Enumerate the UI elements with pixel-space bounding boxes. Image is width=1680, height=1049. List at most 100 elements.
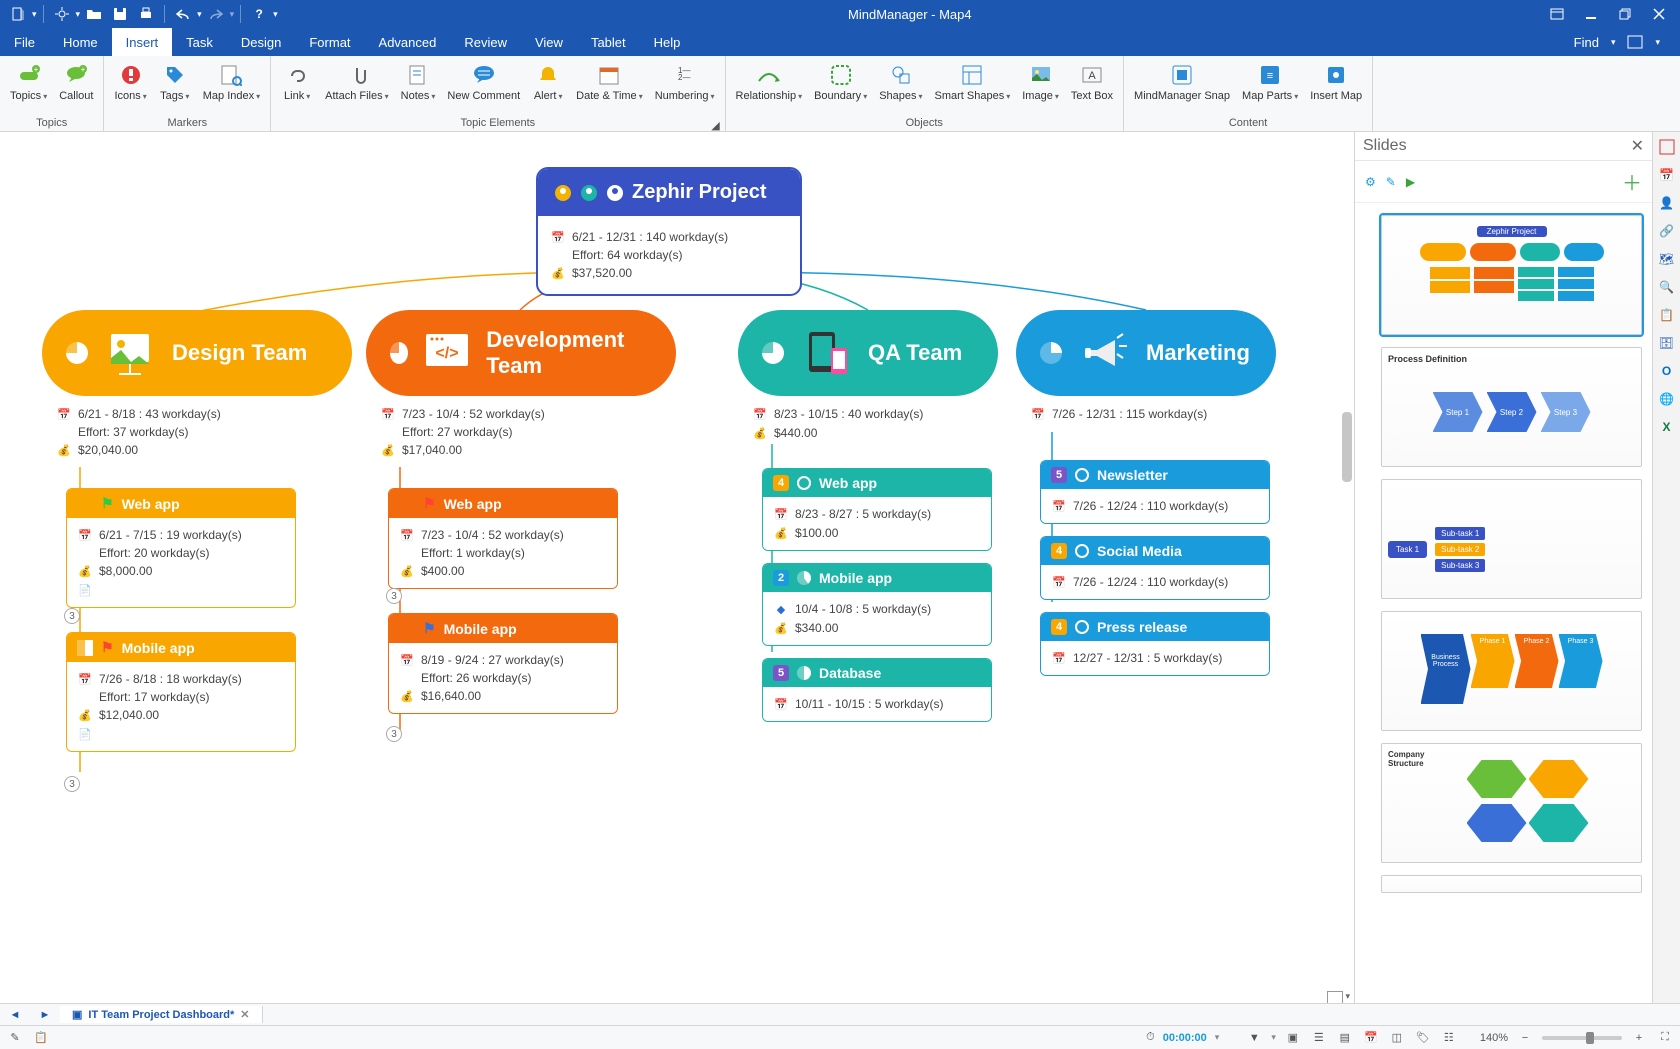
ribbon-date-time[interactable]: Date & Time — [572, 60, 647, 104]
rail-web-button[interactable]: 🌐 — [1656, 388, 1678, 410]
subtask-mkt-press[interactable]: 4Press release 📅12/27 - 12/31 : 5 workda… — [1040, 612, 1270, 676]
ribbon-snap[interactable]: MindManager Snap — [1130, 60, 1234, 104]
tab-close-button[interactable]: ✕ — [240, 1008, 249, 1021]
menu-design[interactable]: Design — [227, 28, 295, 56]
child-count[interactable]: 3 — [386, 726, 402, 742]
minimize-button[interactable] — [1576, 3, 1606, 25]
ribbon-map-index[interactable]: Map Index — [199, 60, 264, 104]
menu-home[interactable]: Home — [49, 28, 112, 56]
rail-excel-button[interactable]: X — [1656, 416, 1678, 438]
view-gantt-button[interactable]: ▤ — [1336, 1029, 1354, 1047]
ribbon-shapes[interactable]: Shapes — [875, 60, 926, 104]
rail-person-button[interactable]: 👤 — [1656, 192, 1678, 214]
ribbon-notes[interactable]: Notes — [397, 60, 440, 104]
ribbon-tags[interactable]: Tags — [155, 60, 195, 104]
close-button[interactable] — [1644, 3, 1674, 25]
view-icon-button[interactable]: ◫ — [1388, 1029, 1406, 1047]
find-label[interactable]: Find — [1574, 35, 1599, 50]
menu-advanced[interactable]: Advanced — [365, 28, 451, 56]
team-marketing[interactable]: Marketing 📅7/26 - 12/31 : 115 workday(s) — [1016, 310, 1276, 425]
help-button[interactable]: ? — [247, 3, 271, 25]
tabs-scroll-right[interactable]: ► — [30, 1009, 60, 1021]
filter-button[interactable]: ▼ — [1245, 1029, 1263, 1047]
subtask-design-webapp[interactable]: ⚑Web app 📅6/21 - 7/15 : 19 workday(s) Ef… — [66, 488, 296, 608]
status-pencil-button[interactable]: ✎ — [6, 1029, 24, 1047]
rail-search-button[interactable]: 🔍 — [1656, 276, 1678, 298]
ribbon-text-box[interactable]: AText Box — [1067, 60, 1117, 104]
menu-task[interactable]: Task — [172, 28, 227, 56]
toolbar-extra-button[interactable] — [1627, 35, 1643, 49]
rail-calendar-button[interactable]: 📅 — [1656, 164, 1678, 186]
fit-to-screen-button[interactable]: ⛶ — [1656, 1029, 1674, 1047]
close-panel-button[interactable]: ✕ — [1631, 136, 1644, 156]
ribbon-link[interactable]: Link — [277, 60, 317, 104]
zoom-in-button[interactable]: + — [1630, 1029, 1648, 1047]
ribbon-icons[interactable]: Icons — [110, 60, 150, 104]
child-count[interactable]: 3 — [64, 776, 80, 792]
save-button[interactable] — [108, 3, 132, 25]
ribbon-relationship[interactable]: Relationship — [732, 60, 807, 104]
view-schedule-button[interactable]: 📅 — [1362, 1029, 1380, 1047]
team-design[interactable]: Design Team 📅6/21 - 8/18 : 43 workday(s)… — [42, 310, 352, 461]
ribbon-display-button[interactable] — [1542, 3, 1572, 25]
menu-insert[interactable]: Insert — [112, 28, 173, 56]
rail-outlook-button[interactable]: O — [1656, 360, 1678, 382]
slide-thumb-4[interactable]: Business Process Phase 1 Phase 2 Phase 3 — [1381, 611, 1642, 731]
rail-map-button[interactable]: 🗺 — [1656, 248, 1678, 270]
ribbon-numbering[interactable]: 1—2—Numbering — [651, 60, 719, 104]
subtask-design-mobile[interactable]: ⚑Mobile app 📅7/26 - 8/18 : 18 workday(s)… — [66, 632, 296, 752]
print-button[interactable] — [134, 3, 158, 25]
subtask-qa-mobile[interactable]: 2Mobile app ◆10/4 - 10/8 : 5 workday(s) … — [762, 563, 992, 646]
ribbon-insert-map[interactable]: Insert Map — [1306, 60, 1366, 104]
menu-review[interactable]: Review — [450, 28, 521, 56]
redo-button[interactable] — [204, 3, 228, 25]
dialog-launcher-icon[interactable]: ◢ — [711, 119, 721, 129]
subtask-qa-webapp[interactable]: 4Web app 📅8/23 - 8/27 : 5 workday(s) 💰$1… — [762, 468, 992, 551]
slide-thumb-2[interactable]: Process Definition Step 1 Step 2 Step 3 — [1381, 347, 1642, 467]
document-tab[interactable]: ▣ IT Team Project Dashboard* ✕ — [60, 1006, 263, 1023]
subtask-mkt-social[interactable]: 4Social Media 📅7/26 - 12/24 : 110 workda… — [1040, 536, 1270, 600]
subtask-dev-mobile[interactable]: ⚑Mobile app 📅8/19 - 9/24 : 27 workday(s)… — [388, 613, 618, 714]
view-map-button[interactable]: ▣ — [1284, 1029, 1302, 1047]
add-slide-button[interactable]: ＋ — [1622, 167, 1642, 196]
child-count[interactable]: 3 — [64, 608, 80, 624]
ribbon-callout[interactable]: +Callout — [55, 60, 97, 104]
ribbon-attach-files[interactable]: Attach Files — [321, 60, 392, 104]
zoom-out-button[interactable]: − — [1516, 1029, 1534, 1047]
subtask-qa-database[interactable]: 5Database 📅10/11 - 10/15 : 5 workday(s) — [762, 658, 992, 722]
canvas[interactable]: Zephir Project 📅6/21 - 12/31 : 140 workd… — [0, 132, 1354, 1025]
settings-gear-button[interactable] — [50, 3, 74, 25]
menu-view[interactable]: View — [521, 28, 577, 56]
tabs-scroll-left[interactable]: ◄ — [0, 1009, 30, 1021]
vertical-scrollbar-thumb[interactable] — [1342, 412, 1352, 482]
menu-file[interactable]: File — [0, 28, 49, 56]
ribbon-image[interactable]: Image — [1018, 60, 1063, 104]
menu-help[interactable]: Help — [640, 28, 695, 56]
ribbon-map-parts[interactable]: ≡Map Parts — [1238, 60, 1302, 104]
status-clipboard-button[interactable]: 📋 — [32, 1029, 50, 1047]
view-tag-button[interactable]: 🏷 — [1414, 1029, 1432, 1047]
timer-dropdown[interactable]: ▾ — [1215, 1032, 1220, 1043]
team-development[interactable]: </> Development Team 📅7/23 - 10/4 : 52 w… — [366, 310, 676, 461]
undo-button[interactable] — [171, 3, 195, 25]
ribbon-boundary[interactable]: Boundary — [810, 60, 871, 104]
find-options-dropdown[interactable]: ▾ — [1611, 37, 1616, 48]
menu-format[interactable]: Format — [295, 28, 364, 56]
subtask-mkt-newsletter[interactable]: 5Newsletter 📅7/26 - 12/24 : 110 workday(… — [1040, 460, 1270, 524]
rail-link-button[interactable]: 🔗 — [1656, 220, 1678, 242]
slide-play-button[interactable]: ▶ — [1406, 175, 1415, 189]
zoom-slider[interactable] — [1542, 1036, 1622, 1040]
menu-tablet[interactable]: Tablet — [577, 28, 640, 56]
new-file-button[interactable] — [6, 3, 30, 25]
slide-thumb-5[interactable]: Company Structure — [1381, 743, 1642, 863]
rail-database-button[interactable]: 🗄 — [1656, 332, 1678, 354]
slide-settings-button[interactable]: ⚙ — [1365, 175, 1376, 189]
ribbon-smart-shapes[interactable]: Smart Shapes — [931, 60, 1015, 104]
subtask-dev-webapp[interactable]: ⚑Web app 📅7/23 - 10/4 : 52 workday(s) Ef… — [388, 488, 618, 589]
rail-clipboard-button[interactable]: 📋 — [1656, 304, 1678, 326]
root-node[interactable]: Zephir Project 📅6/21 - 12/31 : 140 workd… — [536, 167, 802, 296]
ribbon-alert[interactable]: Alert — [528, 60, 568, 104]
rail-snap-button[interactable] — [1656, 136, 1678, 158]
slide-thumb-3[interactable]: Task 1 Sub-task 1 Sub-task 2 Sub-task 3 — [1381, 479, 1642, 599]
child-count[interactable]: 3 — [386, 588, 402, 604]
